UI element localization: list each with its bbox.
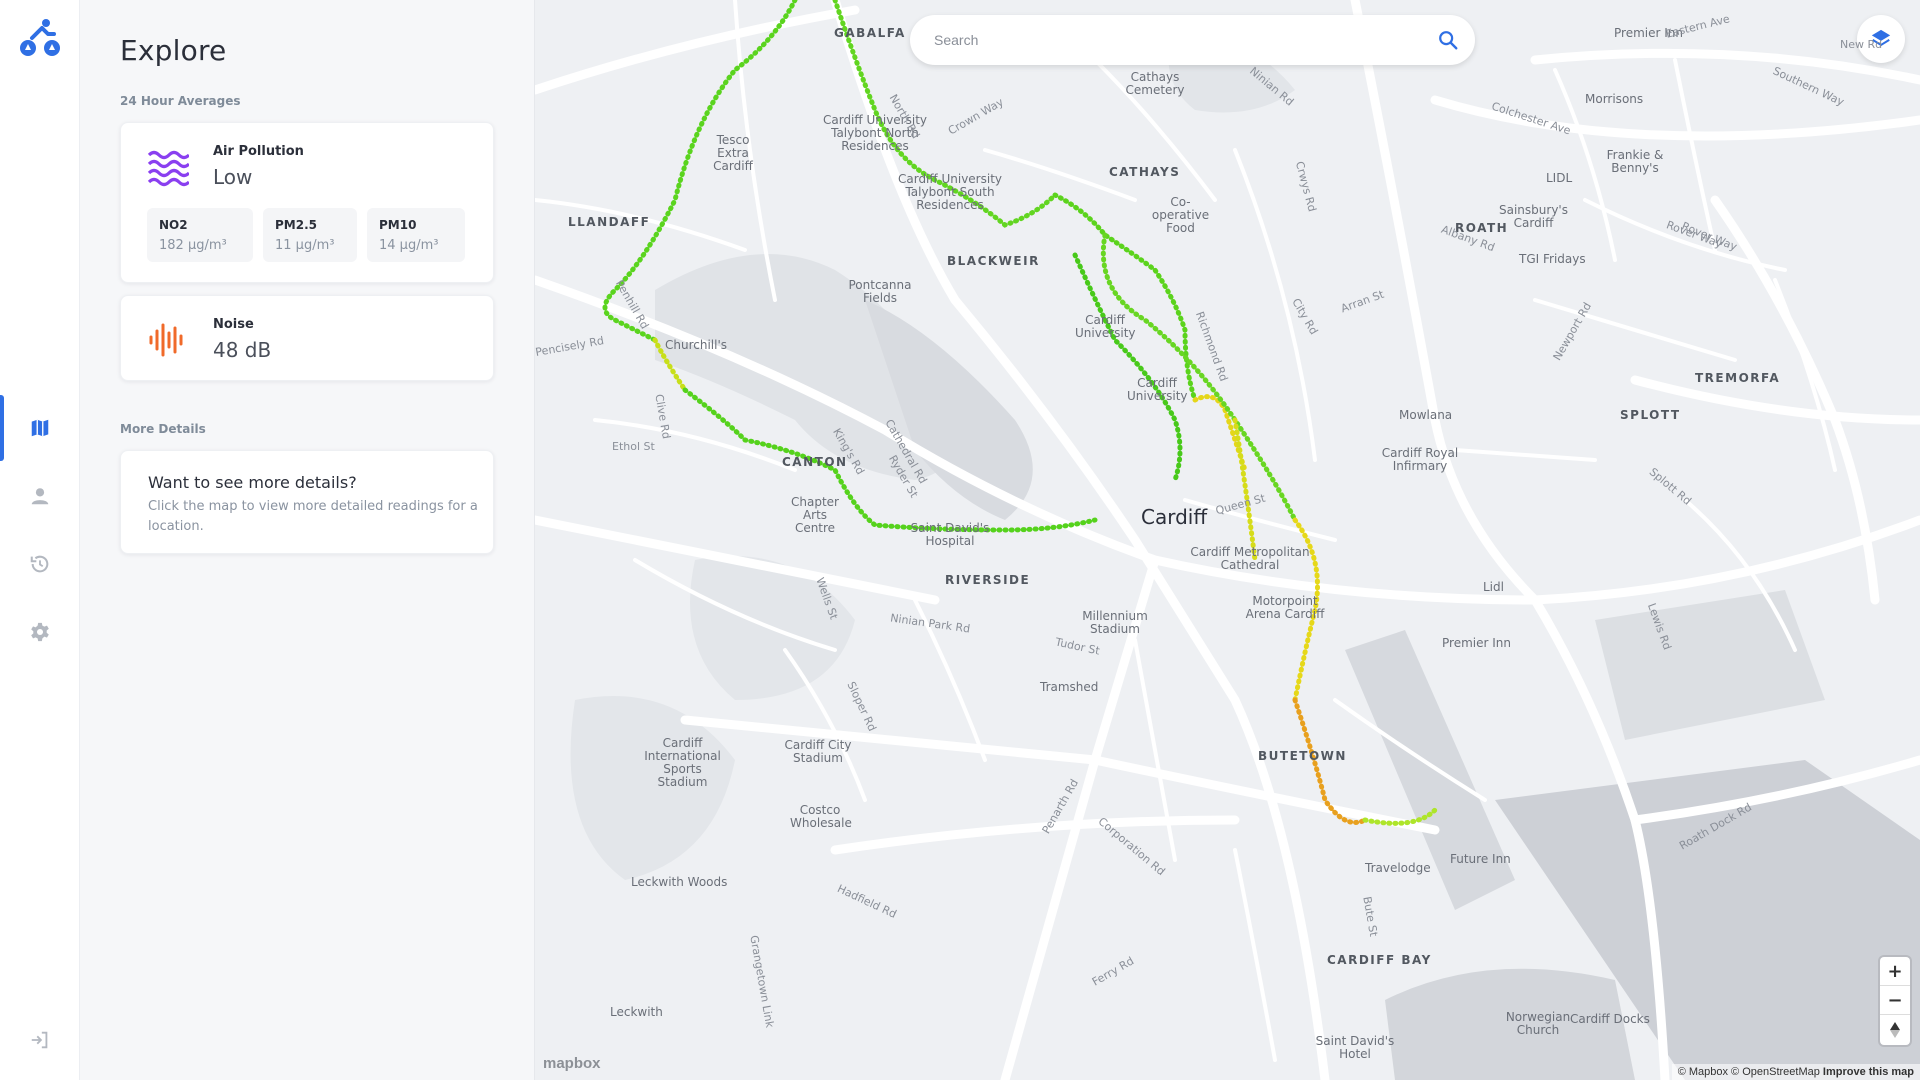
gear-icon xyxy=(31,622,49,642)
poi-label[interactable]: Cardiff University xyxy=(1127,377,1188,403)
poi-label[interactable]: Tramshed xyxy=(1040,681,1098,694)
poi-label[interactable]: Churchill's xyxy=(665,339,727,352)
search-bar xyxy=(910,15,1475,65)
poi-label[interactable]: Travelodge xyxy=(1365,862,1431,875)
cycling-logo-icon[interactable] xyxy=(18,18,62,58)
poi-label[interactable]: Premier Inn xyxy=(1442,637,1511,650)
nav-logout[interactable] xyxy=(0,1007,80,1073)
poi-label[interactable]: Sainsbury's Cardiff xyxy=(1496,204,1571,230)
more-details-heading: More Details xyxy=(120,422,206,436)
nav-settings[interactable] xyxy=(0,599,80,665)
poi-label[interactable]: Cardiff International Sports Stadium xyxy=(640,737,725,789)
noise-value: 48 dB xyxy=(213,338,272,362)
nav-history[interactable] xyxy=(0,531,80,597)
poi-label[interactable]: Costco Wholesale xyxy=(790,804,852,830)
map-attribution: © Mapbox © OpenStreetMap Improve this ma… xyxy=(1671,1064,1920,1080)
air-waves-icon xyxy=(147,150,189,187)
pollutant-chip-no2: NO2 182 μg/m³ xyxy=(147,208,253,262)
air-pollution-level: Low xyxy=(213,165,253,189)
city-label: Cardiff xyxy=(1141,505,1208,529)
poi-label[interactable]: Cardiff University Talybont South Reside… xyxy=(895,173,1005,212)
poi-label[interactable]: LIDL xyxy=(1546,172,1572,185)
district-label: TREMORFA xyxy=(1695,371,1781,385)
district-label: CATHAYS xyxy=(1109,165,1181,179)
map-canvas[interactable]: GABALFA LLANDAFF CATHAYS BLACKWEIR ROATH… xyxy=(535,0,1920,1080)
user-icon xyxy=(31,488,49,505)
poi-label[interactable]: Pontcanna Fields xyxy=(845,279,915,305)
app-window: Explore 24 Hour Averages Air Pollution L… xyxy=(0,0,1920,1080)
poi-label[interactable]: Future Inn xyxy=(1450,853,1511,866)
poi-label[interactable]: Frankie & Benny's xyxy=(1605,149,1665,175)
zoom-out-button[interactable]: − xyxy=(1880,986,1910,1015)
search-input[interactable] xyxy=(934,28,1414,52)
district-label: SPLOTT xyxy=(1620,408,1681,422)
averages-heading: 24 Hour Averages xyxy=(120,94,241,108)
poi-label[interactable]: Leckwith xyxy=(610,1006,663,1019)
more-details-text: Click the map to view more detailed read… xyxy=(148,499,478,534)
pollutant-name: PM10 xyxy=(379,218,417,232)
poi-label[interactable]: Motorpoint Arena Cardiff xyxy=(1245,595,1325,621)
district-label: CARDIFF BAY xyxy=(1327,953,1432,967)
noise-title: Noise xyxy=(213,317,254,332)
nav-profile[interactable] xyxy=(0,463,80,529)
page-title: Explore xyxy=(120,34,227,67)
improve-map-link[interactable]: Improve this map xyxy=(1823,1066,1914,1078)
zoom-in-button[interactable]: + xyxy=(1880,957,1910,986)
poi-label[interactable]: Morrisons xyxy=(1585,93,1643,106)
pollutant-name: PM2.5 xyxy=(275,218,317,232)
district-label: BUTETOWN xyxy=(1258,749,1347,763)
map-icon xyxy=(31,419,49,437)
district-label: CANTON xyxy=(782,455,848,469)
poi-label[interactable]: Leckwith Woods xyxy=(631,876,727,889)
more-details-card: Want to see more details? Click the map … xyxy=(120,450,494,554)
noise-card[interactable]: Noise 48 dB xyxy=(120,295,494,381)
poi-label[interactable]: Cardiff University xyxy=(1075,314,1136,340)
nav-rail xyxy=(0,0,80,1080)
pollutant-value: 182 μg/m³ xyxy=(159,238,227,253)
pollutant-name: NO2 xyxy=(159,218,188,232)
pollutant-value: 14 μg/m³ xyxy=(379,238,439,253)
sound-wave-icon xyxy=(149,323,183,357)
air-pollution-card[interactable]: Air Pollution Low NO2 182 μg/m³ PM2.5 11… xyxy=(120,122,494,283)
poi-label[interactable]: Cardiff Royal Infirmary xyxy=(1375,447,1465,473)
poi-label[interactable]: Lidl xyxy=(1483,581,1504,594)
pollutant-chip-pm25: PM2.5 11 μg/m³ xyxy=(263,208,357,262)
air-pollution-title: Air Pollution xyxy=(213,144,304,159)
poi-label[interactable]: Cardiff Metropolitan Cathedral xyxy=(1190,546,1310,572)
poi-label[interactable]: Norwegian Church xyxy=(1503,1011,1573,1037)
more-details-title: Want to see more details? xyxy=(148,473,357,492)
compass-icon xyxy=(1890,1021,1900,1038)
poi-label[interactable]: Tesco Extra Cardiff xyxy=(703,134,763,173)
poi-label[interactable]: Cathays Cemetery xyxy=(1120,71,1190,97)
poi-label[interactable]: Cardiff City Stadium xyxy=(783,739,853,765)
poi-label[interactable]: Co-operative Food xyxy=(1143,196,1218,235)
compass-button[interactable] xyxy=(1880,1015,1910,1044)
road-label: Ethol St xyxy=(612,440,655,453)
poi-label[interactable]: Saint David's Hospital xyxy=(910,522,990,548)
poi-label[interactable]: Chapter Arts Centre xyxy=(785,496,845,535)
poi-label[interactable]: Cardiff Docks xyxy=(1570,1013,1650,1026)
pollutant-value: 11 μg/m³ xyxy=(275,238,335,253)
district-label: BLACKWEIR xyxy=(947,254,1040,268)
poi-label[interactable]: Saint David's Hotel xyxy=(1315,1035,1395,1061)
district-label: GABALFA xyxy=(834,26,906,40)
poi-label[interactable]: TGI Fridays xyxy=(1519,253,1586,266)
zoom-controls: + − xyxy=(1880,957,1910,1045)
explore-panel: Explore 24 Hour Averages Air Pollution L… xyxy=(80,0,535,1080)
nav-map[interactable] xyxy=(0,395,80,461)
logout-icon xyxy=(31,1031,48,1049)
poi-label[interactable]: Mowlana xyxy=(1399,409,1452,422)
road-label: New Rd xyxy=(1840,38,1883,51)
search-icon[interactable] xyxy=(1437,29,1459,51)
pollutant-chip-pm10: PM10 14 μg/m³ xyxy=(367,208,465,262)
poi-label[interactable]: Millennium Stadium xyxy=(1080,610,1150,636)
mapbox-logo: mapbox xyxy=(543,1055,601,1072)
attribution-text[interactable]: © Mapbox © OpenStreetMap xyxy=(1678,1066,1820,1078)
district-label: LLANDAFF xyxy=(568,215,651,229)
district-label: RIVERSIDE xyxy=(945,573,1031,587)
history-icon xyxy=(30,555,49,573)
